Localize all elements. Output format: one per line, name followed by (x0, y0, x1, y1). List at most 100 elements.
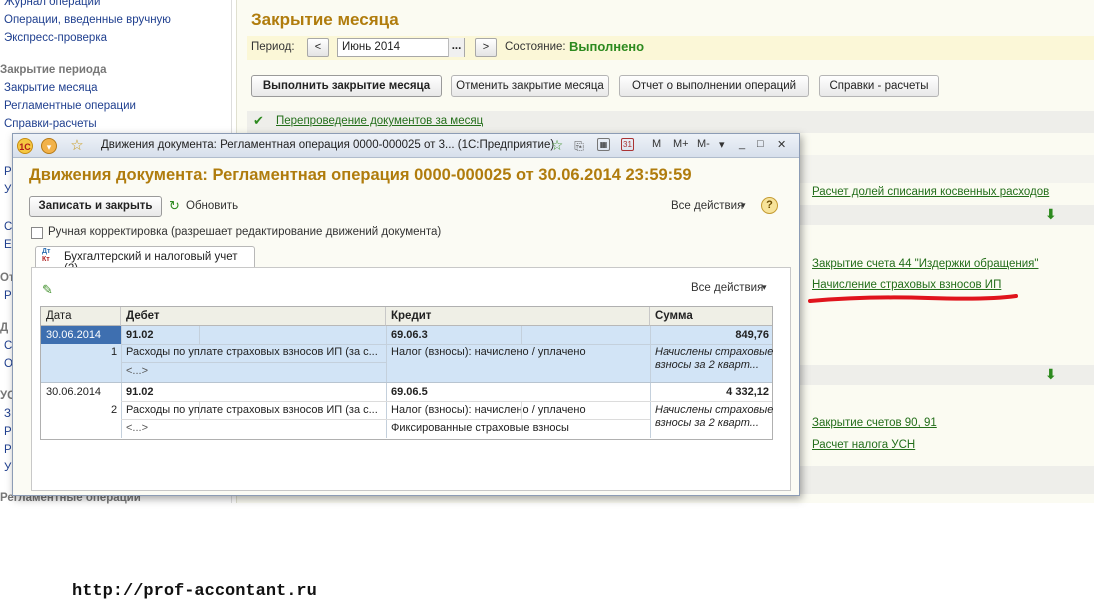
nav-section-period-closing: Закрытие периода (0, 64, 107, 76)
nav-item-manual-operations[interactable]: Операции, введенные вручную (4, 14, 171, 26)
accounting-entries-panel: ✎ Все действия ▾ Дата Дебет Кредит Сумма… (31, 267, 791, 601)
nav-fragment[interactable]: З (4, 408, 11, 420)
usn-tax-link[interactable]: Расчет налога УСН (812, 439, 915, 451)
add-favorite-icon[interactable]: ☆ (549, 138, 565, 154)
cancel-closing-button[interactable]: Отменить закрытие месяца (451, 75, 609, 97)
window-title: Движения документа: Регламентная операци… (101, 139, 555, 151)
entry-sum: 4 332,12 (726, 386, 769, 398)
column-header-sum[interactable]: Сумма (650, 307, 772, 326)
edit-pencil-icon[interactable]: ✎ (42, 282, 53, 298)
arrow-down-icon: ⬇ (1045, 206, 1057, 222)
entry-content-line1: Начислены страховые (655, 346, 774, 358)
table-row[interactable]: 30.06.2014 1 91.02 Расходы по уплате стр… (41, 326, 774, 382)
nav-fragment[interactable]: Е (4, 239, 12, 251)
window-titlebar[interactable]: 1С ▾ ☆ Движения документа: Регламентная … (13, 134, 799, 158)
period-label: Период: (251, 41, 295, 53)
memory-minus-button[interactable]: M- (697, 138, 710, 150)
credit-subconto-2: Фиксированные страховые взносы (391, 422, 569, 434)
close-accounts-90-91-link[interactable]: Закрытие счетов 90, 91 (812, 417, 937, 429)
chevron-down-icon: ▾ (741, 200, 746, 210)
nav-item-express-check[interactable]: Экспресс-проверка (4, 32, 107, 44)
column-header-credit[interactable]: Кредит (386, 307, 650, 326)
nav-fragment[interactable]: У (4, 462, 11, 474)
state-label: Состояние: (505, 41, 566, 53)
credit-subconto: Налог (взносы): начислено / уплачено (391, 346, 586, 358)
state-value: Выполнено (569, 39, 645, 54)
minimize-icon[interactable]: _ (739, 138, 745, 150)
memory-m-button[interactable]: M (652, 138, 661, 150)
nav-fragment[interactable]: Р (4, 426, 12, 438)
calendar-icon[interactable]: 31 (621, 138, 634, 151)
nav-section-fragment: Д (0, 322, 9, 334)
history-icon[interactable]: ⎘ (571, 138, 587, 154)
arrow-down-icon: ⬇ (1045, 366, 1057, 382)
watermark-url: http://prof-accontant.ru (72, 582, 317, 601)
check-icon: ✔ (253, 113, 264, 128)
column-header-debit[interactable]: Дебет (121, 307, 386, 326)
credit-account: 69.06.5 (391, 386, 428, 398)
debit-subconto-empty: <...> (126, 422, 149, 434)
nav-item-operations-journal[interactable]: Журнал операций (4, 0, 100, 8)
credit-account: 69.06.3 (391, 329, 428, 341)
nav-fragment[interactable]: Р (4, 444, 12, 456)
nav-item-references[interactable]: Справки-расчеты (4, 118, 97, 130)
credit-subconto: Налог (взносы): начислено / уплачено (391, 404, 586, 416)
period-value: Июнь 2014 (342, 41, 401, 53)
all-actions-menu[interactable]: Все действия (671, 200, 743, 212)
entry-number: 2 (111, 404, 118, 416)
refresh-icon[interactable]: ↻ (169, 198, 180, 214)
manual-correction-checkbox[interactable] (31, 227, 43, 239)
debit-account: 91.02 (126, 386, 154, 398)
period-bar: Период: < Июнь 2014 ... > Состояние: Вып… (247, 36, 1094, 60)
entry-date: 30.06.2014 (46, 329, 102, 341)
maximize-icon[interactable]: □ (757, 138, 764, 150)
help-button[interactable]: ? (761, 197, 778, 214)
refresh-button[interactable]: Обновить (186, 200, 238, 212)
nav-fragment[interactable]: У (4, 184, 11, 196)
debit-account: 91.02 (126, 329, 154, 341)
manual-correction-label: Ручная корректировка (разрешает редактир… (48, 226, 442, 238)
save-and-close-button[interactable]: Записать и закрыть (29, 196, 162, 217)
repost-documents-link[interactable]: Перепроведение документов за месяц (276, 115, 483, 127)
memory-plus-button[interactable]: M+ (673, 138, 689, 150)
close-account-44-link[interactable]: Закрытие счета 44 "Издержки обращения" (812, 258, 1038, 270)
grid-all-actions-menu[interactable]: Все действия (691, 282, 763, 294)
step-row-repost: ✔ Перепроведение документов за месяц (247, 111, 1094, 133)
nav-fragment[interactable]: Р (4, 166, 12, 178)
entry-date: 30.06.2014 (46, 386, 102, 398)
prev-period-button[interactable]: < (307, 38, 329, 57)
references-button[interactable]: Справки - расчеты (819, 75, 939, 97)
more-dropdown-icon[interactable]: ▾ (719, 138, 725, 151)
app-logo-icon: 1С (17, 138, 33, 154)
close-icon[interactable]: ✕ (777, 138, 786, 151)
document-heading: Движения документа: Регламентная операци… (29, 166, 692, 184)
insurance-contributions-link[interactable]: Начисление страховых взносов ИП (812, 279, 1001, 291)
nav-item-regulated-ops[interactable]: Регламентные операции (4, 100, 136, 112)
column-header-date[interactable]: Дата (41, 307, 121, 326)
operations-report-button[interactable]: Отчет о выполнении операций (619, 75, 809, 97)
document-movements-window: 1С ▾ ☆ Движения документа: Регламентная … (12, 133, 800, 601)
entry-sum: 849,76 (735, 329, 769, 341)
nav-fragment[interactable]: Р (4, 290, 12, 302)
red-highlight-stroke (808, 294, 1018, 303)
debit-subconto: Расходы по уплате страховых взносов ИП (… (126, 346, 378, 358)
execute-closing-button[interactable]: Выполнить закрытие месяца (251, 75, 442, 97)
period-input[interactable]: Июнь 2014 ... (337, 38, 465, 57)
tab-accounting[interactable]: ДтКт Бухгалтерский и налоговый учет (2) (35, 246, 255, 275)
table-row[interactable]: 30.06.2014 2 91.02 Расходы по уплате стр… (41, 383, 774, 439)
entries-table: Дата Дебет Кредит Сумма 30.06.2014 1 91.… (40, 306, 773, 440)
debit-subconto: Расходы по уплате страховых взносов ИП (… (126, 404, 378, 416)
favorite-star-icon[interactable]: ☆ (69, 138, 85, 154)
next-period-button[interactable]: > (475, 38, 497, 57)
debit-subconto-empty: <...> (126, 365, 149, 377)
period-select-button[interactable]: ... (448, 38, 464, 57)
nav-item-month-closing[interactable]: Закрытие месяца (4, 82, 98, 94)
calculator-icon[interactable]: ▦ (597, 138, 610, 151)
entry-content-line1: Начислены страховые (655, 404, 774, 416)
entry-content-line2: взносы за 2 кварт... (655, 417, 759, 429)
menu-dropdown-icon[interactable]: ▾ (41, 138, 57, 154)
entry-number: 1 (111, 346, 118, 358)
page-title: Закрытие месяца (251, 10, 399, 29)
entry-content-line2: взносы за 2 кварт... (655, 359, 759, 371)
indirect-costs-link[interactable]: Расчет долей списания косвенных расходов (812, 186, 1049, 198)
